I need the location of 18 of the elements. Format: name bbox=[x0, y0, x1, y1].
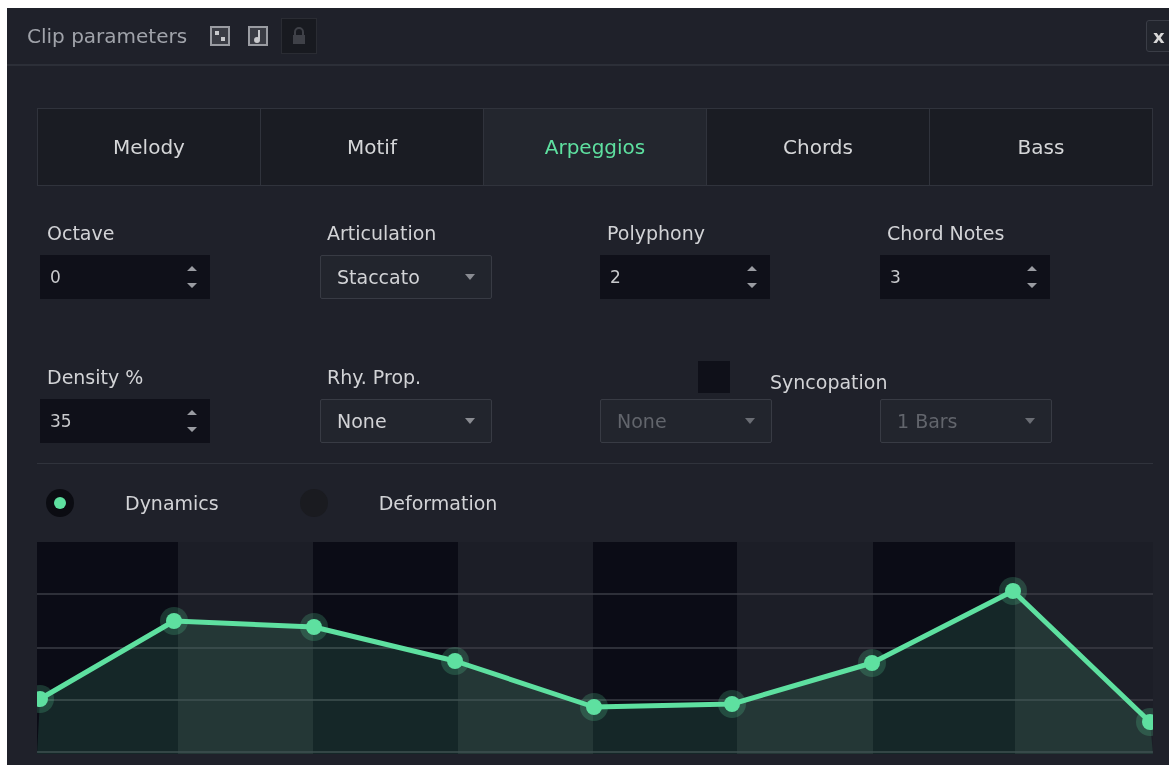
field-label: Polyphony bbox=[606, 222, 706, 246]
close-button[interactable]: x bbox=[1146, 20, 1169, 52]
radio-label: Deformation bbox=[378, 492, 498, 514]
window-title: Clip parameters bbox=[27, 24, 188, 48]
field-label: Syncopation bbox=[770, 371, 888, 393]
radio-label: Dynamics bbox=[125, 492, 219, 514]
field-label: Octave bbox=[46, 222, 116, 246]
field-label: Density % bbox=[46, 366, 145, 390]
number-field[interactable]: 35 bbox=[40, 399, 210, 443]
field-label: Chord Notes bbox=[886, 222, 1006, 246]
dropdown[interactable]: Staccato bbox=[320, 255, 492, 299]
dropdown[interactable]: None bbox=[320, 399, 492, 443]
field-label: Rhy. Prop. bbox=[326, 366, 423, 390]
number-field[interactable]: 3 bbox=[880, 255, 1050, 299]
field-label: Articulation bbox=[326, 222, 438, 246]
number-field[interactable]: 2 bbox=[600, 255, 770, 299]
number-field[interactable]: 0 bbox=[40, 255, 210, 299]
tab[interactable]: Arpeggios bbox=[484, 109, 707, 185]
